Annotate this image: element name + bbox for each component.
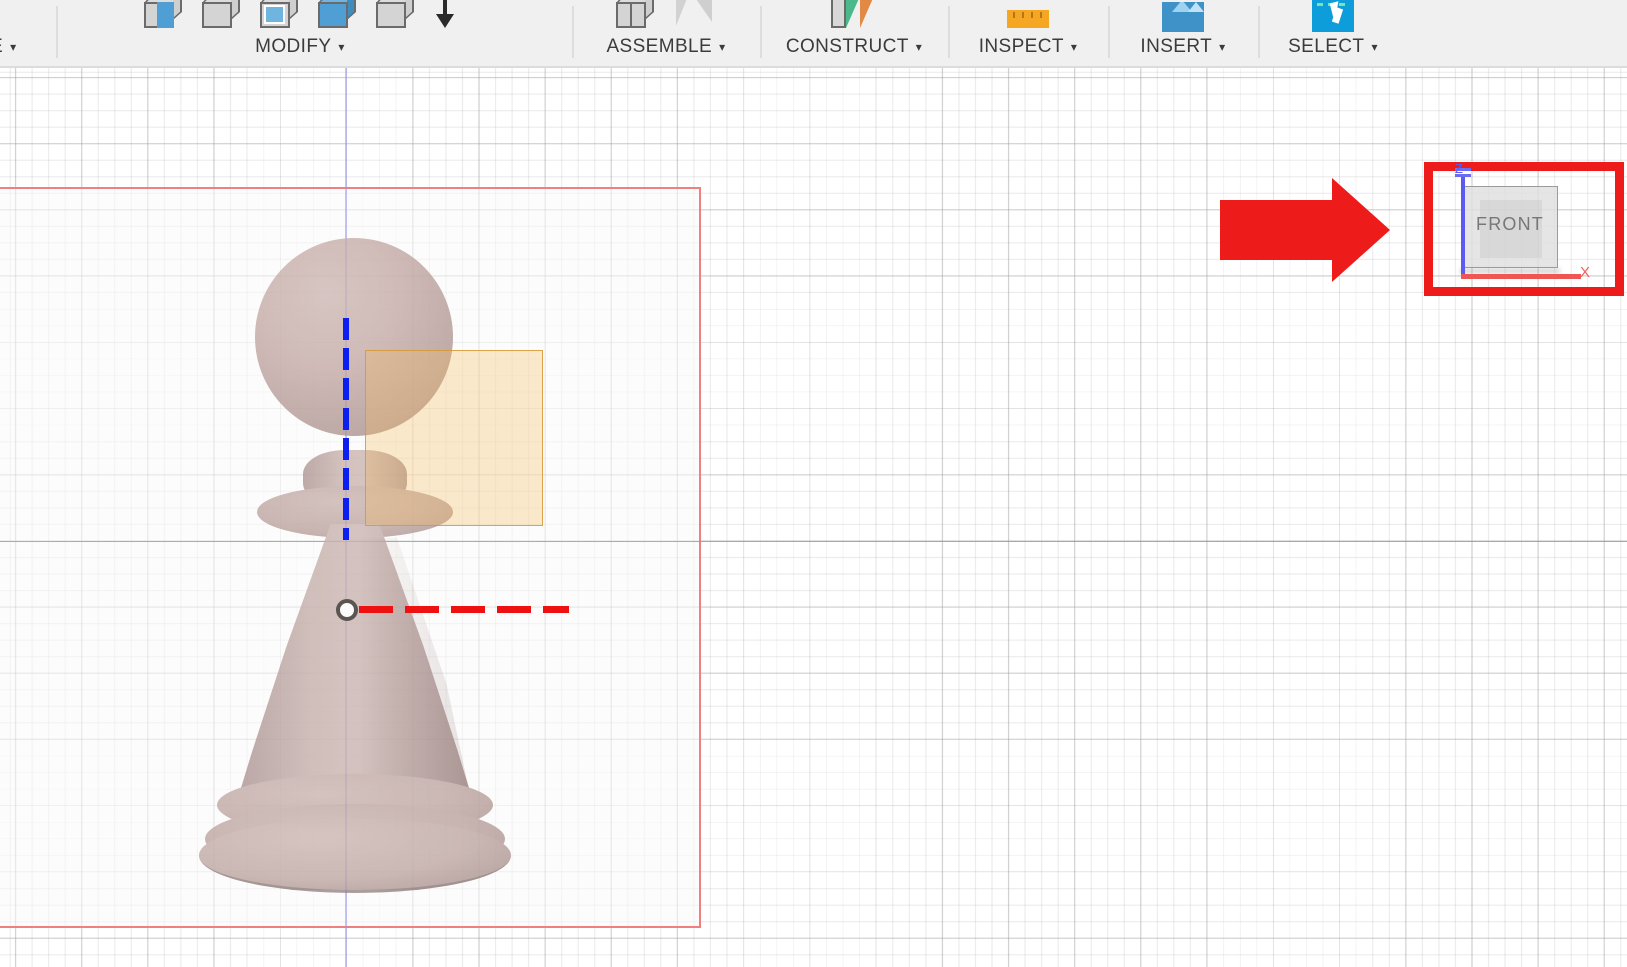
toolbar-divider-1 <box>56 6 58 58</box>
joint-icon[interactable] <box>672 0 718 34</box>
toolbar-divider-6 <box>1258 6 1260 58</box>
main-toolbar: E▾ <box>0 0 1627 68</box>
toolbar-label-inspect[interactable]: INSPECT ▾ <box>952 36 1104 58</box>
toolbar-divider-5 <box>1108 6 1110 58</box>
toolbar-group-assemble[interactable]: ASSEMBLE ▾ <box>576 0 756 66</box>
toolbar-label-select-text: SELECT <box>1288 36 1364 57</box>
toolbar-divider-4 <box>948 6 950 58</box>
toolbar-label-modify[interactable]: MODIFY ▾ <box>60 36 540 58</box>
chevron-down-icon: ▾ <box>1071 40 1077 54</box>
toolbar-inspect-icons <box>952 0 1104 34</box>
toolbar-assemble-icons <box>576 0 756 34</box>
press-pull-icon[interactable] <box>142 0 188 34</box>
sketch-profile-rectangle[interactable] <box>365 350 543 526</box>
offset-plane-icon[interactable] <box>829 0 879 34</box>
x-axis-construction-line[interactable] <box>359 606 569 613</box>
select-cursor-icon[interactable] <box>1310 0 1356 34</box>
insert-image-icon[interactable] <box>1160 0 1206 34</box>
toolbar-label-insert[interactable]: INSERT ▾ <box>1112 36 1254 58</box>
measure-icon[interactable] <box>1005 0 1051 34</box>
chevron-down-icon: ▾ <box>916 40 922 54</box>
scale-icon[interactable] <box>374 0 420 34</box>
chevron-down-icon: ▾ <box>338 40 344 54</box>
toolbar-label-insert-text: INSERT <box>1140 36 1212 57</box>
toolbar-label-inspect-text: INSPECT <box>979 36 1064 57</box>
chevron-down-icon: ▾ <box>719 40 725 54</box>
view-cube-z-axis <box>1461 174 1465 278</box>
view-cube[interactable]: FRONT Z X <box>1442 168 1612 288</box>
red-pointer-arrow <box>1220 178 1390 288</box>
chevron-down-icon[interactable] <box>432 0 458 34</box>
toolbar-divider-3 <box>760 6 762 58</box>
toolbar-label-create-text: E <box>0 36 3 57</box>
chevron-down-icon: ▾ <box>10 40 16 54</box>
draft-icon[interactable] <box>316 0 362 34</box>
toolbar-label-create[interactable]: E▾ <box>0 36 60 58</box>
toolbar-group-modify[interactable]: MODIFY ▾ <box>60 0 540 66</box>
toolbar-modify-icons <box>60 0 540 34</box>
chevron-down-icon: ▾ <box>1219 40 1225 54</box>
toolbar-construct-icons <box>764 0 944 34</box>
view-cube-x-label: X <box>1580 264 1590 281</box>
toolbar-divider-2 <box>572 6 574 58</box>
chevron-down-icon: ▾ <box>1371 40 1377 54</box>
fillet-icon[interactable] <box>200 0 246 34</box>
view-cube-face-label: FRONT <box>1462 214 1558 235</box>
view-cube-z-label: Z <box>1455 161 1463 176</box>
new-component-icon[interactable] <box>614 0 660 34</box>
toolbar-label-select[interactable]: SELECT ▾ <box>1262 36 1404 58</box>
toolbar-group-construct[interactable]: CONSTRUCT ▾ <box>764 0 944 66</box>
toolbar-insert-icons <box>1112 0 1254 34</box>
shell-icon[interactable] <box>258 0 304 34</box>
toolbar-group-insert[interactable]: INSERT ▾ <box>1112 0 1254 66</box>
chess-pawn-body[interactable] <box>195 238 515 898</box>
toolbar-select-icons <box>1262 0 1404 34</box>
toolbar-group-inspect[interactable]: INSPECT ▾ <box>952 0 1104 66</box>
z-axis-construction-line[interactable] <box>343 318 349 540</box>
view-cube-x-axis <box>1461 274 1581 279</box>
toolbar-label-assemble[interactable]: ASSEMBLE ▾ <box>576 36 756 58</box>
toolbar-group-create[interactable]: E▾ <box>0 0 60 66</box>
fusion360-window: E▾ <box>0 0 1627 967</box>
toolbar-label-modify-text: MODIFY <box>255 36 331 57</box>
3d-viewport-canvas[interactable]: FRONT Z X <box>0 68 1627 967</box>
toolbar-label-construct[interactable]: CONSTRUCT ▾ <box>764 36 944 58</box>
sketch-origin-point[interactable] <box>336 599 358 621</box>
toolbar-label-assemble-text: ASSEMBLE <box>606 36 712 57</box>
toolbar-group-select[interactable]: SELECT ▾ <box>1262 0 1404 66</box>
toolbar-label-construct-text: CONSTRUCT <box>786 36 909 57</box>
